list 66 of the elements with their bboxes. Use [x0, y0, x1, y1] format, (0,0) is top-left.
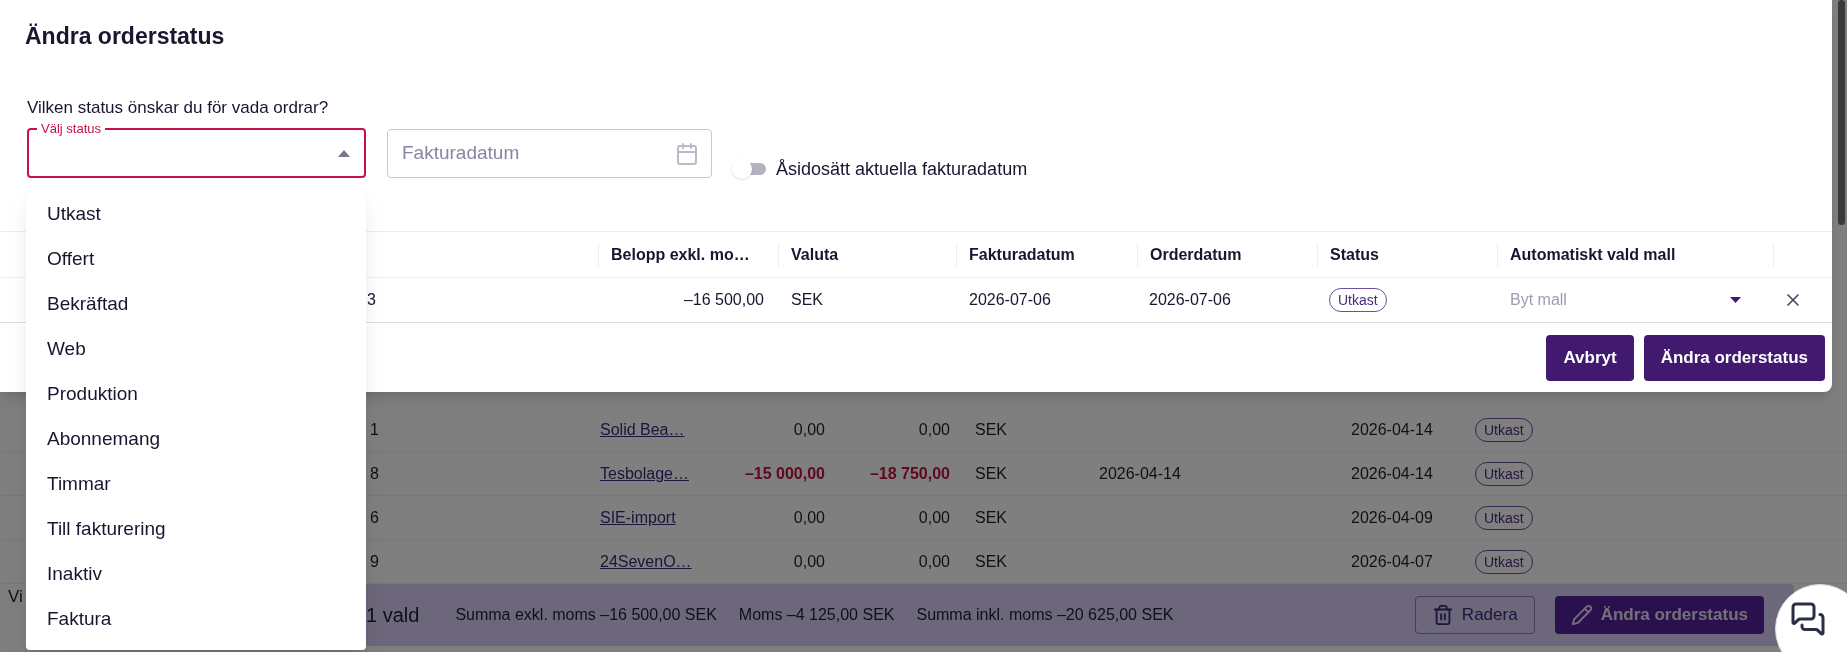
calendar-icon[interactable] — [675, 141, 699, 166]
customer-link[interactable]: 24SevenO… — [600, 552, 692, 570]
column-header: Orderdatum — [1150, 244, 1242, 265]
caret-icon — [338, 150, 350, 157]
amount-cell: 0,00 — [793, 420, 825, 438]
amount-cell: 0,00 — [918, 420, 950, 438]
customer-link[interactable]: SIE-import — [600, 508, 676, 526]
dropdown-option[interactable]: Till fakturering — [26, 507, 366, 552]
chat-icon — [1790, 601, 1826, 637]
dropdown-option[interactable]: Timmar — [26, 462, 366, 507]
amount-cell: 0,00 — [793, 552, 825, 570]
currency-cell: SEK — [975, 508, 1007, 526]
table-cell: 8 — [370, 464, 379, 482]
total-text: Moms –4 125,00 SEK — [738, 605, 895, 625]
dropdown-option[interactable]: Utkast — [26, 192, 366, 237]
scrollbar[interactable] — [1838, 0, 1845, 225]
status-select[interactable]: Välj status — [27, 121, 366, 178]
dropdown-option[interactable]: Produktion — [26, 372, 366, 417]
date-cell: 2026-04-14 — [1351, 420, 1433, 438]
column-header: Belopp exkl. mo… — [611, 244, 750, 265]
date-cell: 2026-04-07 — [1351, 552, 1433, 570]
table-cell: 9 — [370, 552, 379, 570]
date-cell: 2026-07-06 — [1149, 291, 1231, 308]
date-field[interactable]: Fakturadatum — [387, 129, 712, 178]
currency-cell: SEK — [791, 291, 823, 308]
total-text: Summa exkl. moms –16 500,00 SEK — [455, 605, 717, 625]
column-header: Automatiskt vald mall — [1510, 244, 1676, 265]
customer-link[interactable]: Tesbolage… — [600, 464, 689, 482]
total-text: Summa inkl. moms –20 625,00 SEK — [916, 605, 1174, 625]
date-cell: 2026-04-14 — [1351, 464, 1433, 482]
page-text: Vi — [8, 587, 23, 606]
selected-count: 1 vald — [366, 603, 420, 628]
dropdown-option[interactable]: Offert — [26, 237, 366, 282]
amount-cell: 0,00 — [793, 508, 825, 526]
amount-cell: 0,00 — [918, 508, 950, 526]
amount-cell: 0,00 — [918, 552, 950, 570]
confirm-button[interactable]: Ändra orderstatus — [1643, 335, 1825, 381]
dropdown-option[interactable]: Faktura — [26, 597, 366, 642]
trash-icon — [1431, 604, 1454, 626]
date-cell: 2026-04-09 — [1351, 508, 1433, 526]
table-cell: 1 — [370, 420, 379, 438]
currency-cell: SEK — [975, 420, 1007, 438]
date-cell: 2026-04-14 — [1099, 464, 1181, 482]
customer-link[interactable]: Solid Bea… — [600, 420, 685, 438]
column-header: Status — [1330, 244, 1379, 265]
table-cell: 6 — [370, 508, 379, 526]
table-cell: 3 — [367, 291, 376, 308]
date-cell: 2026-07-06 — [969, 291, 1051, 308]
column-header: Valuta — [791, 244, 839, 265]
amount-cell: –18 750,00 — [869, 464, 950, 482]
dropdown-option[interactable]: Bekräftad — [26, 282, 366, 327]
prompt-text: Vilken status önskar du för vada ordrar? — [27, 98, 330, 118]
cancel-button[interactable]: Avbryt — [1546, 335, 1634, 381]
column-header: Fakturadatum — [969, 244, 1075, 265]
pencil-icon — [1570, 604, 1593, 626]
currency-cell: SEK — [975, 464, 1007, 482]
date-input[interactable]: Fakturadatum — [402, 139, 622, 168]
dropdown-option[interactable]: Abonnemang — [26, 417, 366, 462]
dropdown-option[interactable]: Inaktiv — [26, 552, 366, 597]
toggle-label: Åsidosätt aktuella fakturadatum — [776, 157, 1028, 181]
dialog-title: Ändra orderstatus — [25, 22, 226, 50]
caret-icon — [1730, 297, 1741, 303]
amount-cell: –16 500,00 — [683, 291, 764, 308]
currency-cell: SEK — [975, 552, 1007, 570]
amount-cell: –15 000,00 — [744, 464, 825, 482]
dropdown-option[interactable]: Web — [26, 327, 366, 372]
